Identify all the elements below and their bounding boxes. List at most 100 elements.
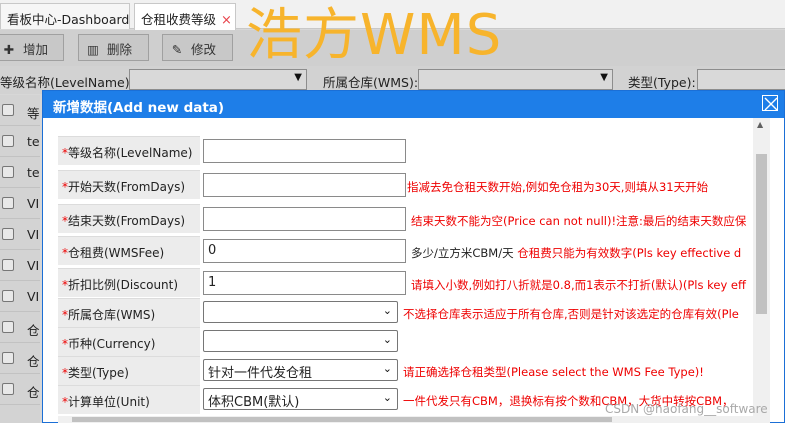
unit-select-value: 体积CBM(默认) <box>208 395 300 410</box>
add-button[interactable]: ✚ 增加 <box>0 34 64 61</box>
delete-button[interactable]: ▥ 删除 <box>78 34 149 61</box>
level-name-label: *等级名称(LevelName) <box>58 136 200 165</box>
wms-fee-input[interactable]: 0 <box>203 239 406 263</box>
wms-fee-hint-group: 多少/立方米CBM/天 仓租费只能为有效数字(Pls key effective… <box>411 245 741 261</box>
table-row[interactable]: te <box>0 126 40 157</box>
type-filter-select[interactable] <box>697 69 785 90</box>
trash-icon: ▥ <box>87 42 99 57</box>
tab-close-icon[interactable]: × <box>221 13 232 28</box>
grid-cell: VI <box>27 258 40 273</box>
form-row-to-days: *结束天数(FromDays) 结束天数不能为空(Price can not n… <box>58 204 770 233</box>
level-name-input[interactable] <box>203 139 406 163</box>
form-row-level-name: *等级名称(LevelName) <box>58 136 770 165</box>
tab-storage-fee-level[interactable]: 仓租收费等级 × <box>134 3 236 30</box>
add-button-label: 增加 <box>23 42 49 57</box>
discount-hint: 请填入小数,例如打八折就是0.8,而1表示不打折(默认)(Pls key eff <box>411 278 746 292</box>
grid-cell: 仓 <box>27 323 40 338</box>
from-days-hint: 指减去免仓租天数开始,例如免仓租为30天,则填从31天开始 <box>407 180 709 194</box>
grid-cell: VI <box>27 227 40 242</box>
csdn-watermark: CSDN @haofang__software <box>605 402 768 416</box>
close-icon[interactable] <box>762 95 778 111</box>
tab-storage-fee-level-label: 仓租收费等级 <box>141 12 217 27</box>
chevron-down-icon: ▼ <box>294 72 302 83</box>
warehouse-hint: 不选择仓库表示适应于所有仓库,否则是针对该选定的仓库有效(Ple <box>403 307 739 321</box>
wms-fee-hint: 仓租费只能为有效数字(Pls key effective d <box>517 246 742 260</box>
currency-select[interactable]: ⌄ <box>203 330 398 352</box>
to-days-hint: 结束天数不能为空(Price can not null)!注意:最后的结束天数应… <box>411 214 747 228</box>
table-row[interactable]: VI <box>0 188 40 219</box>
grid-cell: VI <box>27 289 40 304</box>
form-row-from-days: *开始天数(FromDays) 指减去免仓租天数开始,例如免仓租为30天,则填从… <box>58 170 770 199</box>
brand-watermark: 浩方WMS <box>246 3 503 68</box>
table-row[interactable]: VI <box>0 281 40 312</box>
row-checkbox[interactable] <box>2 197 14 209</box>
tab-dashboard-label: 看板中心-Dashboard <box>7 12 130 27</box>
horizontal-scrollbar[interactable] <box>58 416 770 423</box>
currency-label: *币种(Currency) <box>58 327 200 356</box>
row-checkbox[interactable] <box>2 228 14 240</box>
wand-icon: ✎ <box>171 42 183 57</box>
to-days-input[interactable] <box>203 207 406 231</box>
data-grid: 等 te te VI VI VI VI 仓 仓 仓 <box>0 95 40 423</box>
unit-select[interactable]: 体积CBM(默认) ⌄ <box>203 388 398 410</box>
table-row[interactable]: 仓 <box>0 374 40 405</box>
type-select-value: 针对一件代发仓租 <box>208 366 313 381</box>
table-row[interactable]: 仓 <box>0 343 40 374</box>
warehouse-select[interactable]: ⌄ <box>203 301 398 323</box>
scrollbar-thumb[interactable] <box>72 417 612 422</box>
field-label-text: 结束天数(FromDays) <box>68 214 186 228</box>
field-label-text: 折扣比例(Discount) <box>68 278 179 292</box>
chevron-down-icon: ▼ <box>600 72 608 83</box>
grid-cell: 仓 <box>27 385 40 400</box>
row-checkbox[interactable] <box>2 259 14 271</box>
table-row[interactable]: VI <box>0 250 40 281</box>
field-label-text: 类型(Type) <box>68 366 129 380</box>
row-checkbox[interactable] <box>2 383 14 395</box>
row-checkbox[interactable] <box>2 321 14 333</box>
field-label-text: 等级名称(LevelName) <box>68 146 193 160</box>
row-checkbox[interactable] <box>2 166 14 178</box>
type-label: *类型(Type) <box>58 356 200 385</box>
scrollbar-thumb[interactable] <box>756 154 767 314</box>
chevron-down-icon: ⌄ <box>382 333 392 346</box>
field-label-text: 仓租费(WMSFee) <box>68 246 165 260</box>
field-label-text: 所属仓库(WMS) <box>68 308 156 322</box>
grid-cell: 仓 <box>27 354 40 369</box>
delete-button-label: 删除 <box>107 42 133 57</box>
select-all-checkbox[interactable] <box>2 104 14 116</box>
grid-cell: VI <box>27 196 40 211</box>
grid-cell: te <box>27 134 40 149</box>
discount-label: *折扣比例(Discount) <box>58 268 200 297</box>
table-header-row: 等 <box>0 95 40 126</box>
form-row-wms-fee: *仓租费(WMSFee) 0 多少/立方米CBM/天 仓租费只能为有效数字(Pl… <box>58 236 770 265</box>
row-checkbox[interactable] <box>2 135 14 147</box>
grid-cell: 等 <box>27 106 40 121</box>
grid-cell: te <box>27 165 40 180</box>
level-name-filter-select[interactable]: ▼ <box>129 69 307 90</box>
field-label-text: 币种(Currency) <box>68 337 156 351</box>
tab-dashboard[interactable]: 看板中心-Dashboard <box>0 3 130 29</box>
form-row-warehouse: *所属仓库(WMS) ⌄ 不选择仓库表示适应于所有仓库,否则是针对该选定的仓库有… <box>58 298 770 327</box>
level-name-filter-label: 等级名称(LevelName): <box>0 75 134 90</box>
table-row[interactable]: te <box>0 157 40 188</box>
unit-label: *计算单位(Unit) <box>58 385 200 414</box>
dialog-header: 新增数据(Add new data) <box>43 91 784 118</box>
add-data-dialog: 新增数据(Add new data) *等级名称(LevelName) *开始天… <box>42 90 785 423</box>
discount-input[interactable]: 1 <box>203 271 406 295</box>
edit-button[interactable]: ✎ 修改 <box>162 34 233 61</box>
scroll-up-icon[interactable]: ▲ <box>757 120 763 129</box>
warehouse-filter-select[interactable]: ▼ <box>418 69 613 90</box>
row-checkbox[interactable] <box>2 290 14 302</box>
from-days-label: *开始天数(FromDays) <box>58 170 200 199</box>
table-row[interactable]: VI <box>0 219 40 250</box>
chevron-down-icon: ⌄ <box>382 304 392 317</box>
row-checkbox[interactable] <box>2 352 14 364</box>
vertical-scrollbar[interactable]: ▲ <box>753 118 770 423</box>
field-label-text: 开始天数(FromDays) <box>68 180 186 194</box>
table-row[interactable]: 仓 <box>0 312 40 343</box>
from-days-input[interactable] <box>203 173 406 197</box>
type-select[interactable]: 针对一件代发仓租 ⌄ <box>203 359 398 381</box>
warehouse-filter-label: 所属仓库(WMS): <box>323 75 419 90</box>
to-days-label: *结束天数(FromDays) <box>58 204 200 233</box>
chevron-down-icon: ⌄ <box>382 362 392 375</box>
